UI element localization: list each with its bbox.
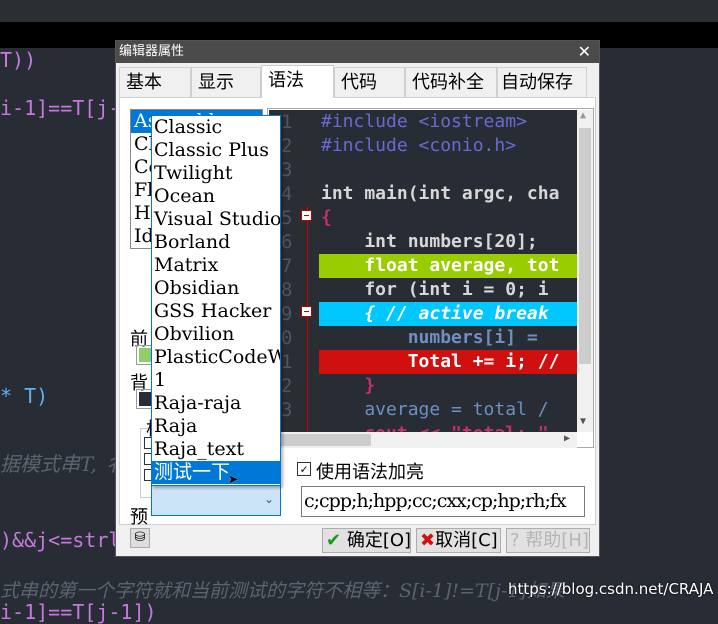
horizontal-scrollbar[interactable]: ▶ [269, 432, 577, 448]
scroll-up-icon[interactable]: ▲ [580, 110, 586, 121]
chevron-down-icon[interactable]: ⌄ [264, 492, 274, 506]
preset-label: 预 [130, 507, 148, 528]
line-number: 1 [281, 351, 293, 373]
watermark: https://blog.csdn.net/CRAJA [508, 580, 714, 598]
dropdown-option[interactable]: 测试一下 [152, 461, 280, 484]
fold-minus-icon[interactable] [301, 306, 312, 317]
tab-basic[interactable]: 基本 [119, 67, 191, 97]
bg-text: T)) [0, 48, 37, 72]
theme-dropdown-list[interactable]: Classic Classic Plus Twilight Ocean Visual S… [151, 115, 281, 486]
code-line: int main(int argc, cha [321, 183, 560, 204]
code-line: for (int i = 0; i [321, 279, 560, 300]
tab-syntax[interactable]: 语法 [261, 65, 334, 98]
syntax-highlight-checkbox[interactable]: ✓ [297, 462, 311, 476]
code-line: cout << "total: " [319, 422, 577, 432]
dialog-title: 编辑器属性 [116, 41, 599, 63]
help-label: 帮助[H] [525, 530, 589, 551]
code-line: int numbers[20]; [321, 231, 538, 252]
code-line-highlight: float average, tot [319, 254, 577, 278]
fold-minus-icon[interactable] [301, 210, 312, 221]
question-icon: ? [510, 530, 520, 551]
code-line: #include <conio.h> [321, 135, 517, 156]
line-number: 4 [281, 183, 293, 205]
dropdown-option[interactable]: Obsidian [152, 277, 280, 300]
code-line: } [321, 375, 376, 396]
bg-comment: 式串的第一个字符就和当前测试的字符不相等：S[i-1]!=T[j-1]如果 [0, 580, 565, 602]
line-number: 2 [281, 135, 293, 157]
dropdown-option[interactable]: GSS Hacker [152, 300, 280, 323]
dropdown-option[interactable]: Classic Plus [152, 139, 280, 162]
line-number: 1 [281, 111, 293, 133]
line-number: 3 [281, 399, 293, 421]
code-line: #include <iostream> [321, 111, 527, 132]
code-line: average = total / [321, 399, 560, 420]
scroll-right-icon[interactable]: ▶ [564, 433, 570, 444]
dropdown-option[interactable]: Ocean [152, 185, 280, 208]
tab-code[interactable]: 代码 [334, 67, 405, 97]
dropdown-option[interactable]: Raja-raja [152, 392, 280, 415]
close-icon[interactable]: ✕ [578, 41, 591, 63]
check-icon: ✔ [326, 530, 342, 551]
dropdown-option[interactable]: 1 [152, 369, 280, 392]
dropdown-option[interactable]: Matrix [152, 254, 280, 277]
line-number: 5 [281, 207, 293, 229]
tab-code-completion[interactable]: 代码补全 [405, 67, 497, 97]
tab-display[interactable]: 显示 [191, 67, 261, 97]
scroll-thumb[interactable] [579, 128, 591, 364]
line-number: 7 [281, 255, 293, 277]
dropdown-option[interactable]: Visual Studio [152, 208, 280, 231]
ok-button[interactable]: ✔ 确定[O] [322, 528, 411, 553]
dropdown-option[interactable]: Raja [152, 415, 280, 438]
line-number: 6 [281, 231, 293, 253]
preset-combobox[interactable]: ⌄ [151, 485, 281, 516]
dropdown-option[interactable]: Raja_text [152, 438, 280, 461]
dropdown-option[interactable]: Borland [152, 231, 280, 254]
line-number: 0 [281, 327, 293, 349]
syntax-preview: 1 2 3 4 5 6 7 8 9 0 1 2 3 #include <iost… [267, 108, 594, 448]
bg-code-line: i-1]==T[j- [0, 96, 121, 120]
extensions-input[interactable]: c;cpp;h;hpp;cc;cxx;cp;hp;rh;fx [301, 486, 585, 517]
bg-code-line: T)) [0, 48, 36, 72]
line-number: 9 [281, 303, 293, 325]
code-line: numbers[i] = [321, 327, 549, 348]
save-preset-icon[interactable]: ⛁ [130, 528, 150, 548]
ok-label: 确定[O] [346, 530, 412, 551]
scroll-down-icon[interactable]: ▼ [580, 416, 586, 427]
dropdown-option[interactable]: PlasticCodeWrap [152, 346, 280, 369]
x-icon: ✖ [420, 530, 436, 551]
code-line: { [321, 207, 332, 228]
help-button[interactable]: ? 帮助[H] [506, 528, 590, 553]
line-number: 8 [281, 279, 293, 301]
line-number: 2 [281, 375, 293, 397]
mouse-cursor: ➤ [228, 470, 239, 491]
dropdown-option[interactable]: Obvilion [152, 323, 280, 346]
bg-code-line: )&&j<=strl [0, 528, 121, 552]
vertical-scrollbar[interactable]: ▲ ▼ [577, 110, 593, 432]
cancel-button[interactable]: ✖取消[C] [416, 528, 501, 553]
dropdown-option[interactable]: Twilight [152, 162, 280, 185]
top-bar [0, 0, 718, 22]
code-line-error: Total += i; // [319, 350, 577, 374]
line-number: 3 [281, 159, 293, 181]
scroll-thumb[interactable] [271, 434, 371, 446]
dropdown-option[interactable]: Classic [152, 116, 280, 139]
bg-comment: 据模式串T, 彳 [0, 452, 124, 476]
code-area: #include <iostream> #include <conio.h> i… [319, 110, 577, 432]
bg-code-line: i-1]==T[j-1]) [0, 600, 157, 624]
code-line-breakpoint: { // active break [319, 302, 577, 326]
bg-code-line: * T) [0, 384, 49, 408]
tab-autosave[interactable]: 自动保存 [497, 67, 587, 97]
syntax-highlight-label: 使用语法加亮 [316, 462, 424, 483]
cancel-label: 取消[C] [435, 530, 498, 551]
